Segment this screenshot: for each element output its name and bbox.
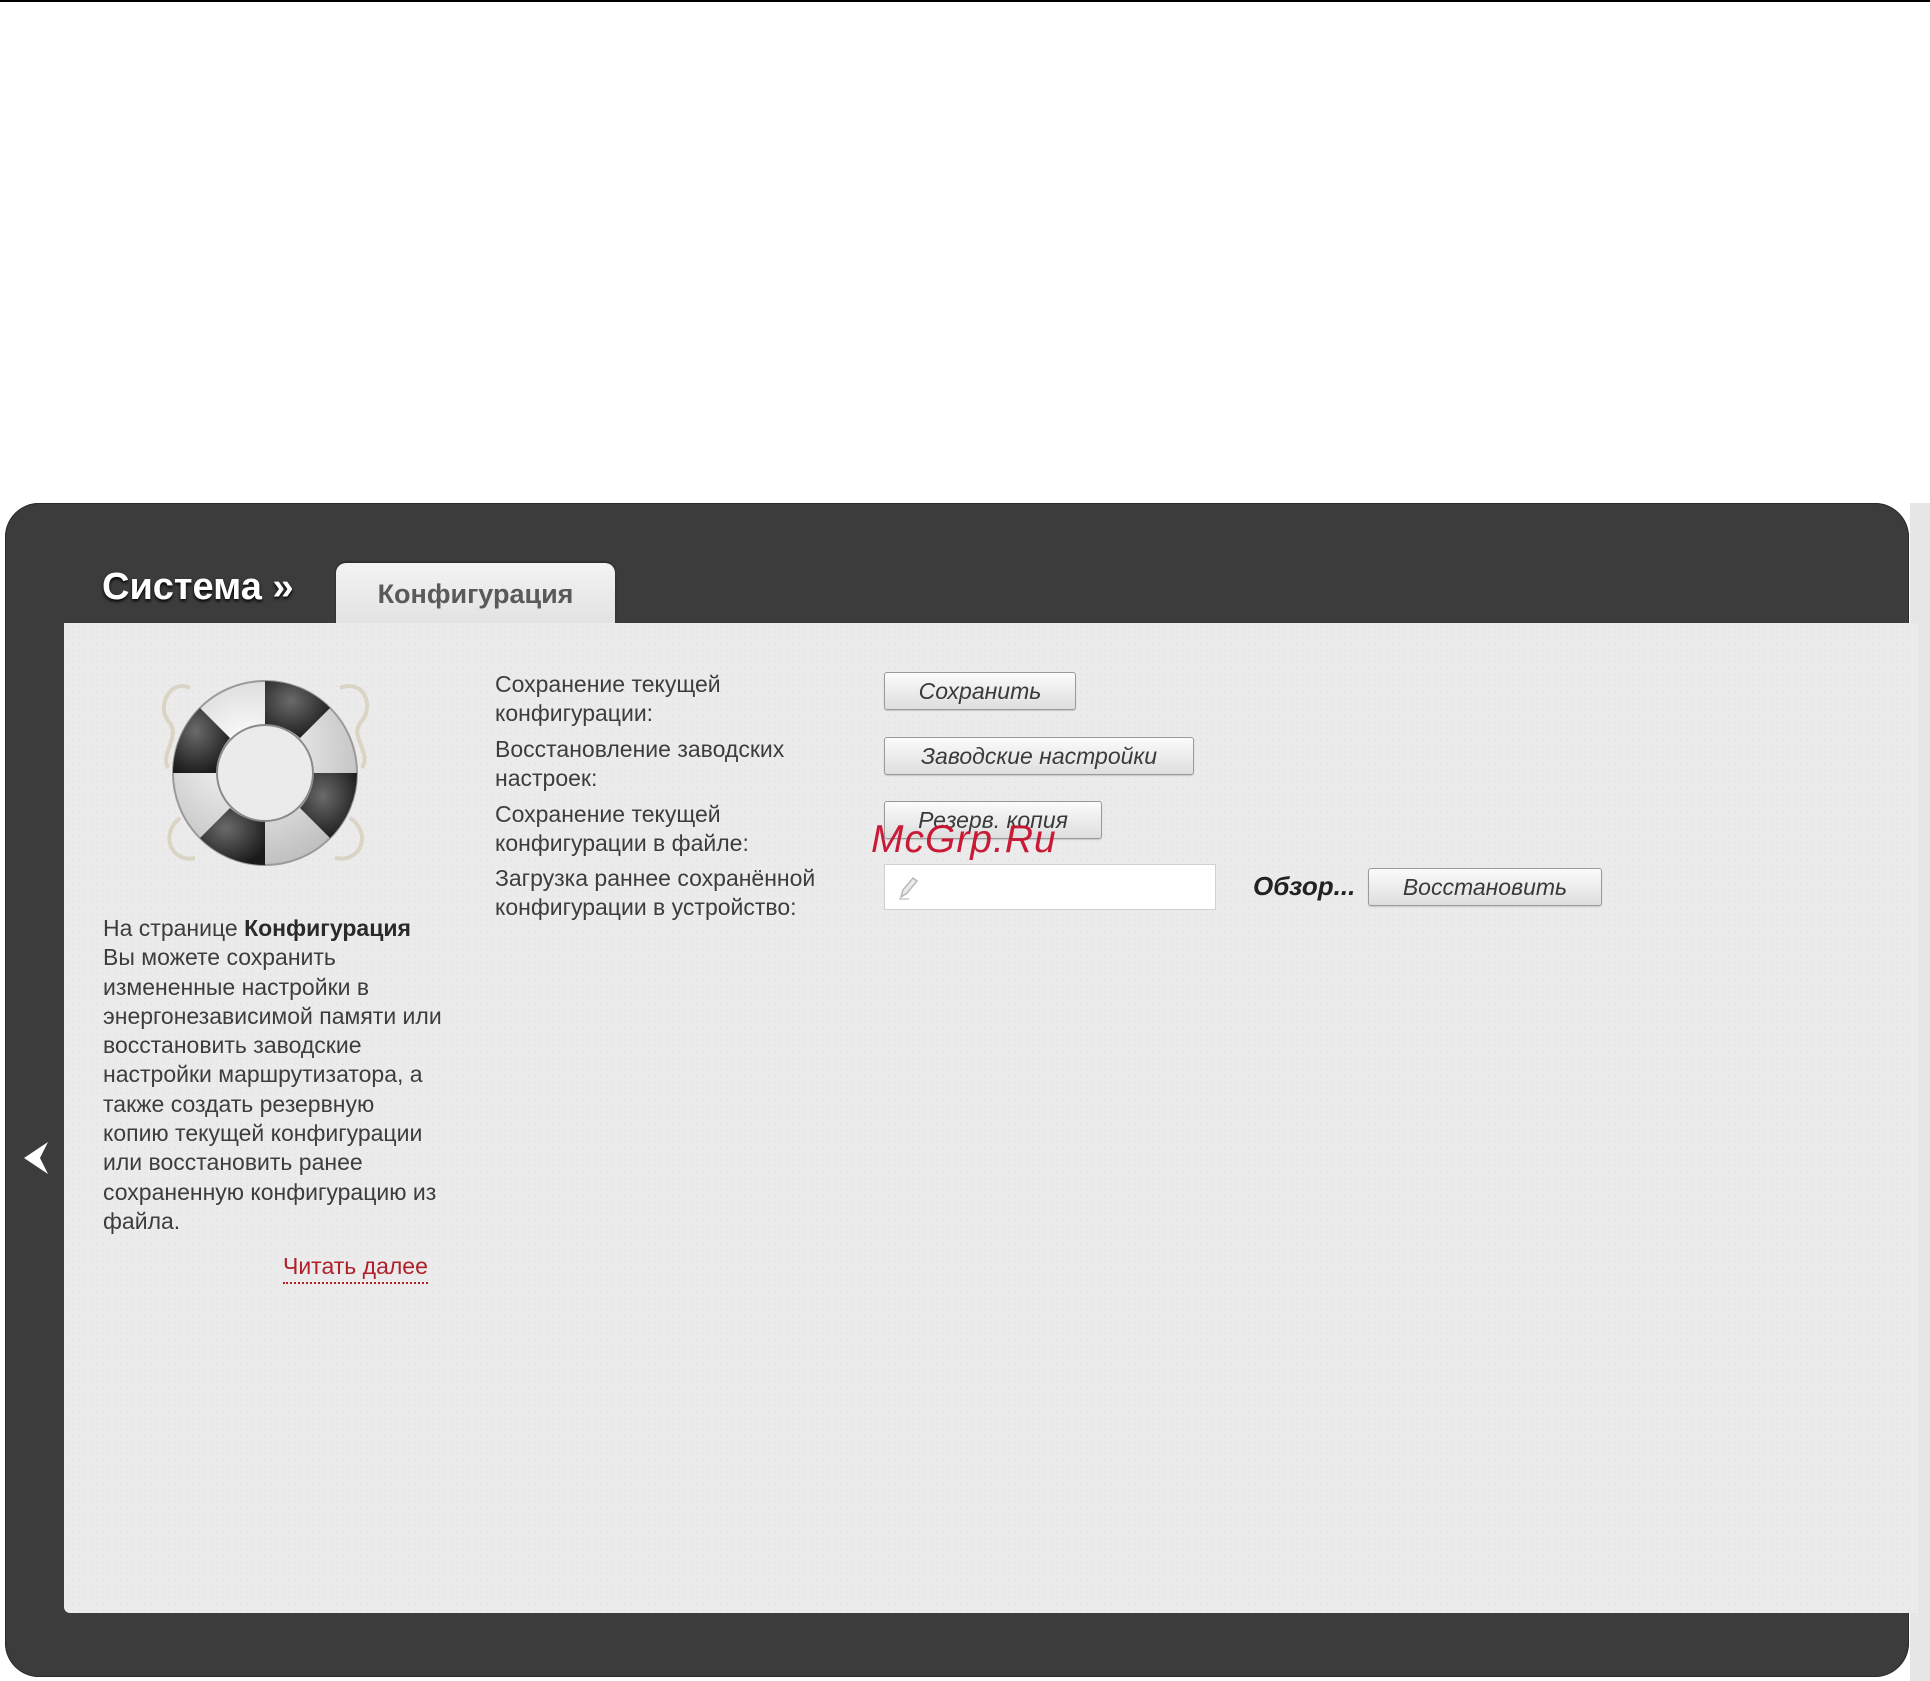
restore-button[interactable]: Восстановить: [1368, 868, 1602, 906]
watermark: McGrp.Ru: [871, 818, 1057, 861]
factory-reset-label: Восстановление заводских настроек:: [495, 736, 785, 791]
factory-reset-button[interactable]: Заводские настройки: [884, 737, 1194, 775]
save-button[interactable]: Сохранить: [884, 672, 1076, 710]
backup-label: Сохранение текущей конфигурации в файле:: [495, 801, 749, 856]
lifebuoy-icon: [162, 680, 370, 866]
pencil-icon: [899, 876, 919, 900]
description-text: На странице: [103, 915, 245, 941]
tab-configuration[interactable]: Конфигурация: [336, 563, 615, 625]
read-more-link[interactable]: Читать далее: [283, 1253, 428, 1284]
top-rule: [0, 0, 1930, 2]
page-title[interactable]: Система »: [102, 566, 294, 609]
description-text-rest: Вы можете сохранить измененные настройки…: [103, 944, 442, 1234]
restore-label: Загрузка раннее сохранённой конфигурации…: [495, 865, 816, 920]
page-description: На странице Конфигурация Вы можете сохра…: [103, 914, 443, 1236]
file-input[interactable]: [884, 864, 1216, 910]
save-config-label: Сохранение текущей конфигурации:: [495, 671, 721, 726]
description-bold: Конфигурация: [244, 915, 411, 941]
browse-button[interactable]: Обзор...: [1253, 871, 1355, 902]
chevron-left-icon[interactable]: [20, 1140, 52, 1176]
